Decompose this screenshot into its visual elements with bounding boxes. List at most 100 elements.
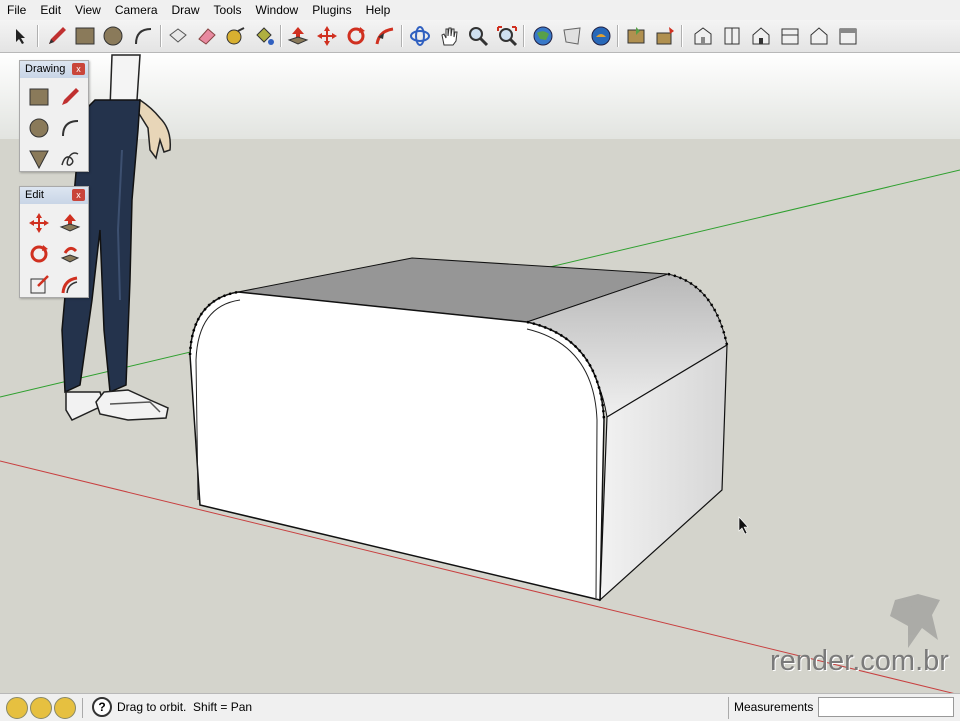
top-view-icon — [724, 27, 740, 45]
follow-me-icon — [60, 246, 80, 263]
palette-follow-me-button[interactable] — [55, 239, 85, 269]
rotate-icon — [347, 27, 365, 45]
front-view-icon — [752, 27, 770, 45]
location-icon — [656, 27, 674, 45]
sky — [0, 53, 960, 139]
polygon-icon — [29, 150, 49, 170]
menu-view[interactable]: View — [68, 0, 108, 20]
push-pull-icon — [287, 27, 309, 45]
share-icon — [563, 27, 581, 45]
pencil-icon — [62, 88, 79, 105]
user-icon[interactable] — [54, 697, 76, 719]
eraser-tool-button[interactable] — [194, 23, 220, 49]
magnifier-icon — [469, 27, 489, 47]
scale-icon — [30, 275, 49, 294]
zoom-tool-button[interactable] — [465, 23, 491, 49]
drawing-palette-close-button[interactable]: x — [72, 63, 85, 75]
palette-rectangle-button[interactable] — [24, 82, 54, 112]
palette-move-button[interactable] — [24, 208, 54, 238]
palette-circle-button[interactable] — [24, 113, 54, 143]
palette-polygon-button[interactable] — [24, 144, 54, 174]
push-pull-button[interactable] — [285, 23, 311, 49]
arrow-cursor-icon — [16, 29, 25, 44]
palette-scale-button[interactable] — [24, 270, 54, 300]
circle-tool-button[interactable] — [100, 23, 126, 49]
pencil-icon — [49, 27, 66, 44]
drawing-palette: Drawing x — [19, 60, 89, 172]
google-earth-button[interactable] — [588, 23, 614, 49]
photo-texture-button[interactable] — [623, 23, 649, 49]
component-icon — [169, 28, 187, 43]
follow-me-icon — [375, 27, 394, 45]
follow-me-button[interactable] — [372, 23, 398, 49]
eraser-icon — [198, 28, 216, 45]
top-view-button[interactable] — [719, 23, 745, 49]
make-component-button[interactable] — [165, 23, 191, 49]
earth-icon — [591, 26, 611, 46]
credits-icon[interactable] — [30, 697, 52, 719]
edit-palette-close-button[interactable]: x — [72, 189, 85, 201]
move-tool-button[interactable] — [314, 23, 340, 49]
paint-bucket-button[interactable] — [251, 23, 277, 49]
orbit-icon — [410, 26, 430, 46]
menu-draw[interactable]: Draw — [165, 0, 207, 20]
menu-tools[interactable]: Tools — [207, 0, 249, 20]
freehand-icon — [61, 152, 79, 166]
status-bar: ? Drag to orbit. Shift = Pan Measurement… — [0, 693, 960, 721]
edit-palette-tools — [24, 208, 85, 300]
front-view-button[interactable] — [748, 23, 774, 49]
palette-freehand-button[interactable] — [55, 144, 85, 174]
scene-canvas — [0, 53, 960, 693]
arc-icon — [62, 120, 79, 137]
pan-tool-button[interactable] — [436, 23, 462, 49]
paint-bucket-icon — [256, 27, 274, 45]
globe-icon — [533, 26, 553, 46]
iso-house-icon — [694, 27, 712, 45]
pencil-tool-button[interactable] — [44, 23, 70, 49]
menu-plugins[interactable]: Plugins — [305, 0, 358, 20]
measurements-label: Measurements — [734, 700, 814, 714]
circle-icon — [29, 118, 49, 138]
rectangle-icon — [29, 88, 49, 106]
rotate-icon — [30, 245, 48, 263]
back-view-button[interactable] — [806, 23, 832, 49]
add-location-button[interactable] — [652, 23, 678, 49]
select-tool-button[interactable] — [8, 23, 34, 49]
watermark-text: render.com.br — [770, 645, 949, 677]
left-view-button[interactable] — [835, 23, 861, 49]
push-pull-icon — [59, 214, 81, 232]
palette-offset-button[interactable] — [55, 270, 85, 300]
zoom-extents-button[interactable] — [494, 23, 520, 49]
menu-camera[interactable]: Camera — [108, 0, 165, 20]
tape-measure-button[interactable] — [222, 23, 248, 49]
help-icon[interactable]: ? — [92, 697, 112, 717]
palette-rotate-button[interactable] — [24, 239, 54, 269]
rectangle-tool-button[interactable] — [72, 23, 98, 49]
palette-push-pull-button[interactable] — [55, 208, 85, 238]
arc-tool-button[interactable] — [130, 23, 156, 49]
share-model-button[interactable] — [559, 23, 585, 49]
palette-pencil-button[interactable] — [55, 82, 85, 112]
palette-arc-button[interactable] — [55, 113, 85, 143]
menu-help[interactable]: Help — [359, 0, 398, 20]
arc-icon — [135, 28, 152, 45]
back-view-icon — [810, 27, 828, 45]
drawing-palette-tools — [24, 82, 85, 174]
measurements-field[interactable] — [818, 697, 954, 717]
circle-icon — [103, 26, 123, 46]
get-models-button[interactable] — [530, 23, 556, 49]
rectangle-icon — [75, 27, 95, 45]
menu-window[interactable]: Window — [249, 0, 306, 20]
menu-file[interactable]: File — [0, 0, 33, 20]
iso-view-button[interactable] — [690, 23, 716, 49]
modeling-viewport[interactable]: render.com.br — [0, 53, 960, 693]
zoom-extents-icon — [497, 26, 518, 47]
right-view-button[interactable] — [777, 23, 803, 49]
move-icon — [317, 26, 337, 46]
menu-edit[interactable]: Edit — [33, 0, 68, 20]
status-hint: Drag to orbit. Shift = Pan — [117, 700, 253, 714]
rotate-tool-button[interactable] — [343, 23, 369, 49]
geo-location-icon[interactable] — [6, 697, 28, 719]
orbit-tool-button[interactable] — [407, 23, 433, 49]
offset-icon — [61, 276, 78, 294]
